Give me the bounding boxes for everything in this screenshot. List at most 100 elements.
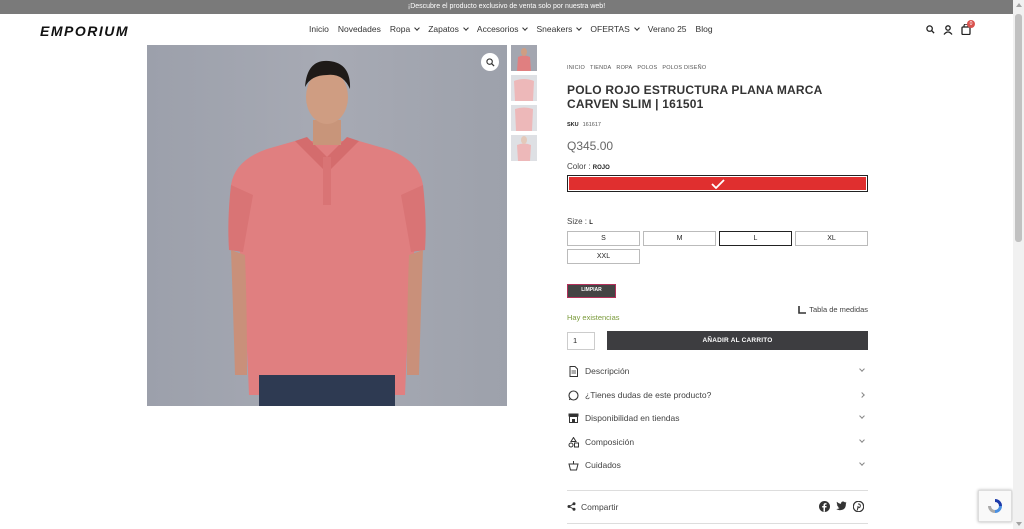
nav-label: Verano 25 bbox=[647, 24, 687, 34]
nav-label: Inicio bbox=[309, 24, 329, 34]
size-option-l[interactable]: L bbox=[719, 231, 792, 246]
share-label: Compartir bbox=[581, 502, 619, 512]
clear-button[interactable]: LIMPIAR bbox=[567, 284, 616, 298]
nav-label: Ropa bbox=[389, 24, 411, 34]
whatsapp-icon bbox=[567, 389, 579, 401]
chevron-down-icon bbox=[859, 460, 865, 466]
share-row: Compartir bbox=[567, 500, 868, 514]
main-nav: Inicio Novedades Ropa Zapatos Accesorios… bbox=[309, 24, 722, 34]
color-value: ROJO bbox=[592, 165, 610, 171]
size-option-s[interactable]: S bbox=[567, 231, 640, 246]
chevron-down-icon bbox=[859, 437, 865, 443]
header-icons: 0 bbox=[926, 20, 975, 35]
breadcrumb-link[interactable]: TIENDA bbox=[590, 65, 611, 71]
recaptcha-badge[interactable] bbox=[978, 490, 1012, 522]
nav-item-ofertas[interactable]: OFERTAS bbox=[590, 24, 640, 34]
nav-item-blog[interactable]: Blog bbox=[696, 24, 713, 34]
size-chart-label: Tabla de medidas bbox=[809, 305, 868, 314]
promo-text: ¡Descubre el producto exclusivo de venta… bbox=[407, 3, 606, 10]
breadcrumb-link[interactable]: POLOS bbox=[637, 65, 657, 71]
nav-label: Zapatos bbox=[428, 24, 459, 34]
chevron-down-icon bbox=[463, 25, 469, 31]
chevron-down-icon bbox=[859, 366, 865, 372]
facebook-icon[interactable] bbox=[819, 501, 830, 514]
stock-status: Hay existencias bbox=[567, 313, 620, 322]
nav-item-zapatos[interactable]: Zapatos bbox=[428, 24, 469, 34]
breadcrumb-link[interactable]: INICIO bbox=[567, 65, 585, 71]
size-option-xxl[interactable]: XXL bbox=[567, 249, 640, 264]
chevron-down-icon bbox=[576, 25, 583, 31]
social-links bbox=[819, 500, 865, 514]
product-main-image[interactable] bbox=[147, 45, 507, 406]
chevron-down-icon bbox=[522, 25, 529, 31]
document-icon bbox=[567, 365, 579, 377]
nav-item-verano[interactable]: Verano 25 bbox=[648, 24, 687, 34]
scrollbar-thumb[interactable] bbox=[1015, 14, 1022, 242]
nav-item-accesorios[interactable]: Accesorios bbox=[476, 24, 529, 34]
chevron-right-icon bbox=[859, 392, 865, 398]
add-to-cart-button[interactable]: AÑADIR AL CARRITO bbox=[607, 331, 868, 350]
color-swatch-red[interactable] bbox=[567, 175, 868, 192]
thumbnail-4[interactable] bbox=[511, 135, 537, 161]
size-options: S M L XL XXL bbox=[567, 231, 871, 264]
nav-item-inicio[interactable]: Inicio bbox=[309, 24, 329, 34]
thumbnail-2[interactable] bbox=[511, 75, 537, 101]
color-label-text: Color : bbox=[567, 162, 591, 171]
ruler-icon bbox=[798, 305, 807, 314]
nav-label: Accesorios bbox=[476, 24, 519, 34]
breadcrumb-link[interactable]: POLOS DISEÑO bbox=[662, 65, 706, 71]
scroll-down-icon[interactable] bbox=[1016, 522, 1022, 526]
care-icon bbox=[567, 459, 579, 471]
quantity-input[interactable]: 1 bbox=[567, 332, 595, 350]
search-icon[interactable] bbox=[926, 25, 935, 34]
accordion-composition[interactable]: Composición bbox=[567, 434, 868, 450]
pinterest-icon[interactable] bbox=[852, 500, 865, 514]
recaptcha-icon bbox=[988, 499, 1002, 513]
divider bbox=[567, 490, 868, 491]
product-price: Q345.00 bbox=[567, 139, 614, 153]
accordion-description[interactable]: Descripción bbox=[567, 363, 868, 379]
size-option-xl[interactable]: XL bbox=[795, 231, 868, 246]
sku: SKU 161617 bbox=[567, 122, 601, 128]
nav-label: Sneakers bbox=[536, 24, 573, 34]
twitter-icon[interactable] bbox=[836, 501, 847, 514]
thumbnail-1[interactable] bbox=[511, 45, 537, 71]
nav-item-novedades[interactable]: Novedades bbox=[338, 24, 381, 34]
site-header: EMPORIUM Inicio Novedades Ropa Zapatos A… bbox=[0, 14, 1013, 46]
chevron-down-icon bbox=[633, 25, 640, 31]
account-icon[interactable] bbox=[943, 24, 953, 35]
size-chart-link[interactable]: Tabla de medidas bbox=[798, 305, 868, 314]
size-label-text: Size : bbox=[567, 217, 588, 226]
checkmark-icon bbox=[710, 178, 725, 189]
accordion-label: Disponibilidad en tiendas bbox=[585, 413, 680, 423]
store-icon bbox=[567, 412, 579, 424]
chevron-down-icon bbox=[859, 413, 865, 419]
scroll-up-icon[interactable] bbox=[1016, 3, 1022, 7]
logo[interactable]: EMPORIUM bbox=[40, 23, 129, 39]
accordion-label: Composición bbox=[585, 437, 635, 447]
thumbnail-3[interactable] bbox=[511, 105, 537, 131]
nav-item-ropa[interactable]: Ropa bbox=[389, 24, 421, 34]
accordion-label: ¿Tienes dudas de este producto? bbox=[585, 390, 712, 400]
color-label: Color : ROJO bbox=[567, 162, 610, 171]
divider bbox=[567, 523, 868, 524]
breadcrumb: INICIO TIENDA ROPA POLOS POLOS DISEÑO bbox=[567, 65, 706, 71]
sku-value: 161617 bbox=[582, 122, 601, 128]
cart-count-badge: 0 bbox=[967, 20, 975, 28]
share-icon bbox=[567, 501, 576, 513]
nav-item-sneakers[interactable]: Sneakers bbox=[536, 24, 583, 34]
accordion-care[interactable]: Cuidados bbox=[567, 457, 868, 473]
size-value: L bbox=[589, 220, 593, 226]
thumbnail-strip bbox=[511, 45, 537, 165]
accordion-availability[interactable]: Disponibilidad en tiendas bbox=[567, 410, 868, 426]
zoom-button[interactable] bbox=[481, 53, 499, 71]
cart-icon[interactable]: 0 bbox=[961, 20, 975, 35]
sku-label: SKU bbox=[567, 122, 579, 128]
breadcrumb-link[interactable]: ROPA bbox=[616, 65, 632, 71]
product-photo bbox=[228, 60, 426, 406]
nav-label: Novedades bbox=[337, 24, 381, 34]
page-scrollbar[interactable] bbox=[1013, 0, 1024, 529]
accordion-questions[interactable]: ¿Tienes dudas de este producto? bbox=[567, 387, 868, 403]
size-option-m[interactable]: M bbox=[643, 231, 716, 246]
magnifier-icon bbox=[485, 57, 495, 67]
